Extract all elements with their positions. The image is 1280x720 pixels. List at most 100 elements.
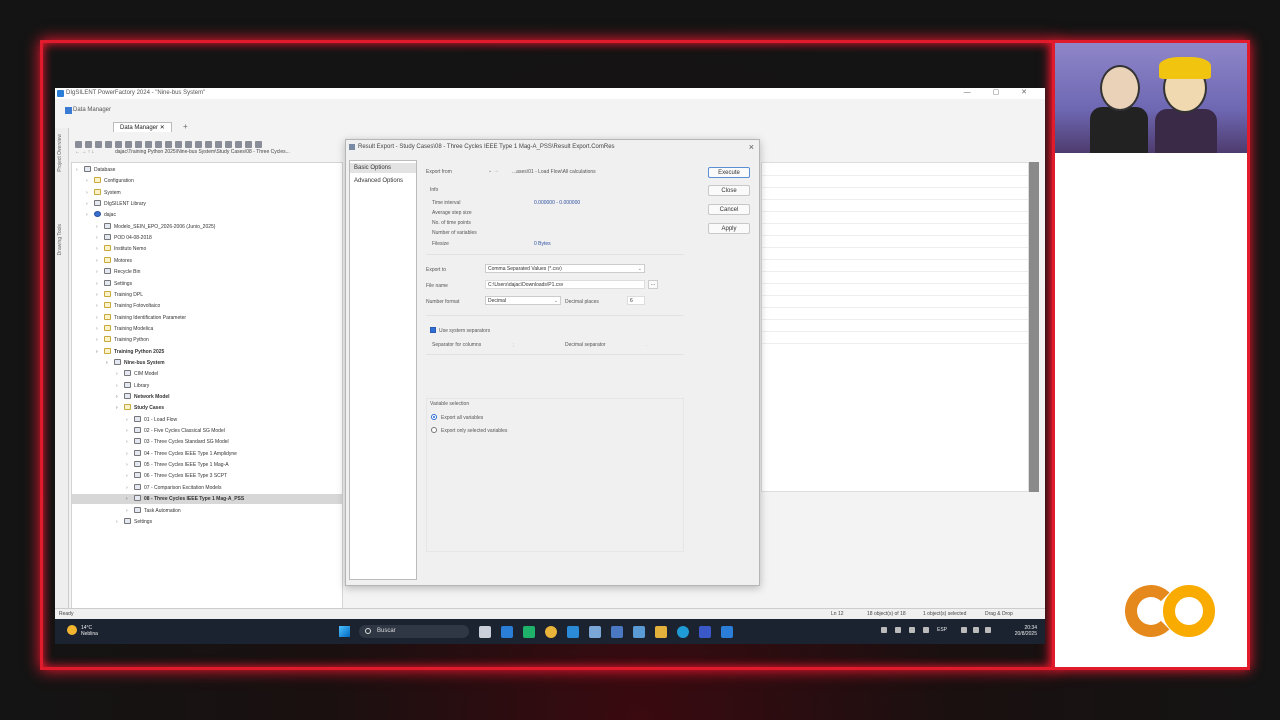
chevron-right-icon[interactable]: › [116,369,124,379]
chevron-right-icon[interactable]: › [106,358,114,368]
chevron-right-icon[interactable]: › [96,222,104,232]
app-icon-6[interactable] [589,626,601,638]
toolbar-icon-1[interactable] [75,141,82,148]
chevron-right-icon[interactable]: › [126,460,134,470]
toolbar-icon-9[interactable] [155,141,162,148]
chevron-right-icon[interactable]: › [126,494,134,504]
toolbar-icon-8[interactable] [145,141,152,148]
tree-item[interactable]: › Instituto Nemo [72,244,342,254]
vscode-icon[interactable] [567,626,579,638]
side-tab-project-overview[interactable]: Project Overview [57,134,63,172]
tray-icon-3[interactable] [923,627,929,633]
toolbar-icon-13[interactable] [195,141,202,148]
tree-item[interactable]: › 02 - Five Cycles Classical SG Model [72,426,342,436]
tree-item[interactable]: › Training Identification Parameter [72,313,342,323]
chevron-right-icon[interactable]: › [96,290,104,300]
filter-icon[interactable] [165,141,172,148]
wifi-icon[interactable] [961,627,967,633]
chevron-right-icon[interactable]: › [126,437,134,447]
tree-item[interactable]: › Configuration [72,176,342,186]
tree-item[interactable]: › Training Modelica [72,324,342,334]
export-all-radio[interactable] [431,414,437,420]
chevron-right-icon[interactable]: › [96,279,104,289]
app-icon-8[interactable] [633,626,645,638]
nav-advanced-options[interactable]: Advanced Options [350,176,416,186]
tree-item[interactable]: › Training Fotovoltaico [72,301,342,311]
add-tab-icon[interactable]: + [183,122,188,131]
tree-item[interactable]: › 06 - Three Cycles IEEE Type 3 SCPT [72,471,342,481]
path-bar[interactable]: ← → ↑ ↓ dajac\Training Python 2025\Nine-… [75,149,347,158]
toolbar-icon-17[interactable] [235,141,242,148]
task-view-icon[interactable] [479,626,491,638]
toolbar-icon-18[interactable] [245,141,252,148]
tree-item[interactable]: › DIgSILENT Library [72,199,342,209]
chevron-right-icon[interactable]: › [126,426,134,436]
object-list-pane[interactable] [761,162,1029,492]
language-indicator[interactable]: ESP [937,627,947,633]
chevron-right-icon[interactable]: › [126,449,134,459]
toolbar-icon-15[interactable] [215,141,222,148]
zoom-icon[interactable] [699,626,711,638]
chevron-right-icon[interactable]: › [86,199,94,209]
chevron-right-icon[interactable]: › [96,324,104,334]
dropdown-arrow-icon[interactable]: ⌄ → [488,168,499,174]
chevron-right-icon[interactable]: › [86,210,94,220]
powerfactory-app-icon[interactable] [501,626,513,638]
tree-item[interactable]: › Nine-bus System [72,358,342,368]
powerfactory-running-icon[interactable] [721,626,733,638]
tab-data-manager[interactable]: Data Manager ✕ [113,122,172,132]
windows-start-icon[interactable] [339,626,350,637]
edge-icon[interactable] [677,626,689,638]
chevron-right-icon[interactable]: › [76,165,84,175]
toolbar-icon-12[interactable] [185,141,192,148]
chevron-right-icon[interactable]: › [96,233,104,243]
toolbar-icon-19[interactable] [255,141,262,148]
tree-item[interactable]: › Modelo_SEIN_EPO_2026-2006 (Junio_2025) [72,222,342,232]
nav-arrows-icon[interactable]: ← → ↑ ↓ [75,149,94,155]
tree-item[interactable]: › Settings [72,517,342,527]
chevron-right-icon[interactable]: › [116,381,124,391]
chevron-right-icon[interactable]: › [96,301,104,311]
toolbar-icon-4[interactable] [105,141,112,148]
side-tab-drawing-tools[interactable]: Drawing Tools [57,224,63,255]
toolbar-icon-14[interactable] [205,141,212,148]
tree-item[interactable]: › 05 - Three Cycles IEEE Type 1 Mag-A [72,460,342,470]
chevron-right-icon[interactable]: › [116,392,124,402]
tree-item[interactable]: › Library [72,381,342,391]
tree-item[interactable]: › 08 - Three Cycles IEEE Type 1 Mag-A_PSS [72,494,342,505]
toolbar-icon-11[interactable] [175,141,182,148]
execute-button[interactable]: Execute [708,167,750,178]
tree-item[interactable]: › Training Python [72,335,342,345]
chevron-right-icon[interactable]: › [96,313,104,323]
chevron-right-icon[interactable]: › [96,347,104,357]
chevron-right-icon[interactable]: › [96,244,104,254]
green-app-icon[interactable] [523,626,535,638]
toolbar-icon-5[interactable] [115,141,122,148]
chevron-right-icon[interactable]: › [86,176,94,186]
decimal-separator-value[interactable]: . [646,342,647,348]
export-selected-radio[interactable] [431,427,437,433]
chevron-right-icon[interactable]: › [86,188,94,198]
tree-item[interactable]: › Task Automation [72,506,342,516]
tree-item[interactable]: › Training DPL [72,290,342,300]
export-from-value[interactable]: ...ases\01 - Load Flow\All calculations [512,169,596,175]
clock[interactable]: 20:34 20/8/2025 [1007,625,1037,637]
battery-icon[interactable] [985,627,991,633]
toolbar-icon-7[interactable] [135,141,142,148]
browse-button[interactable]: … [648,280,658,289]
export-to-select[interactable]: Comma Separated Values (*.csv) ⌄ [485,264,645,273]
separator-columns-value[interactable]: ; [513,342,514,348]
toolbar-icon-3[interactable] [95,141,102,148]
use-system-separators-checkbox[interactable] [430,327,436,333]
tree-item[interactable]: › 03 - Three Cycles Standard SG Model [72,437,342,447]
file-name-input[interactable]: C:\Users\dajac\Downloads\P1.csv [485,280,645,289]
chevron-up-icon[interactable] [881,627,887,633]
file-explorer-icon[interactable] [655,626,667,638]
tree-item[interactable]: › Recycle Bin [72,267,342,277]
cancel-button[interactable]: Cancel [708,204,750,215]
volume-icon[interactable] [973,627,979,633]
nav-basic-options[interactable]: Basic Options [350,163,416,173]
toolbar-icon-6[interactable] [125,141,132,148]
tree-item[interactable]: › 04 - Three Cycles IEEE Type 1 Amplidyne [72,449,342,459]
list-scrollbar[interactable] [1029,162,1039,492]
